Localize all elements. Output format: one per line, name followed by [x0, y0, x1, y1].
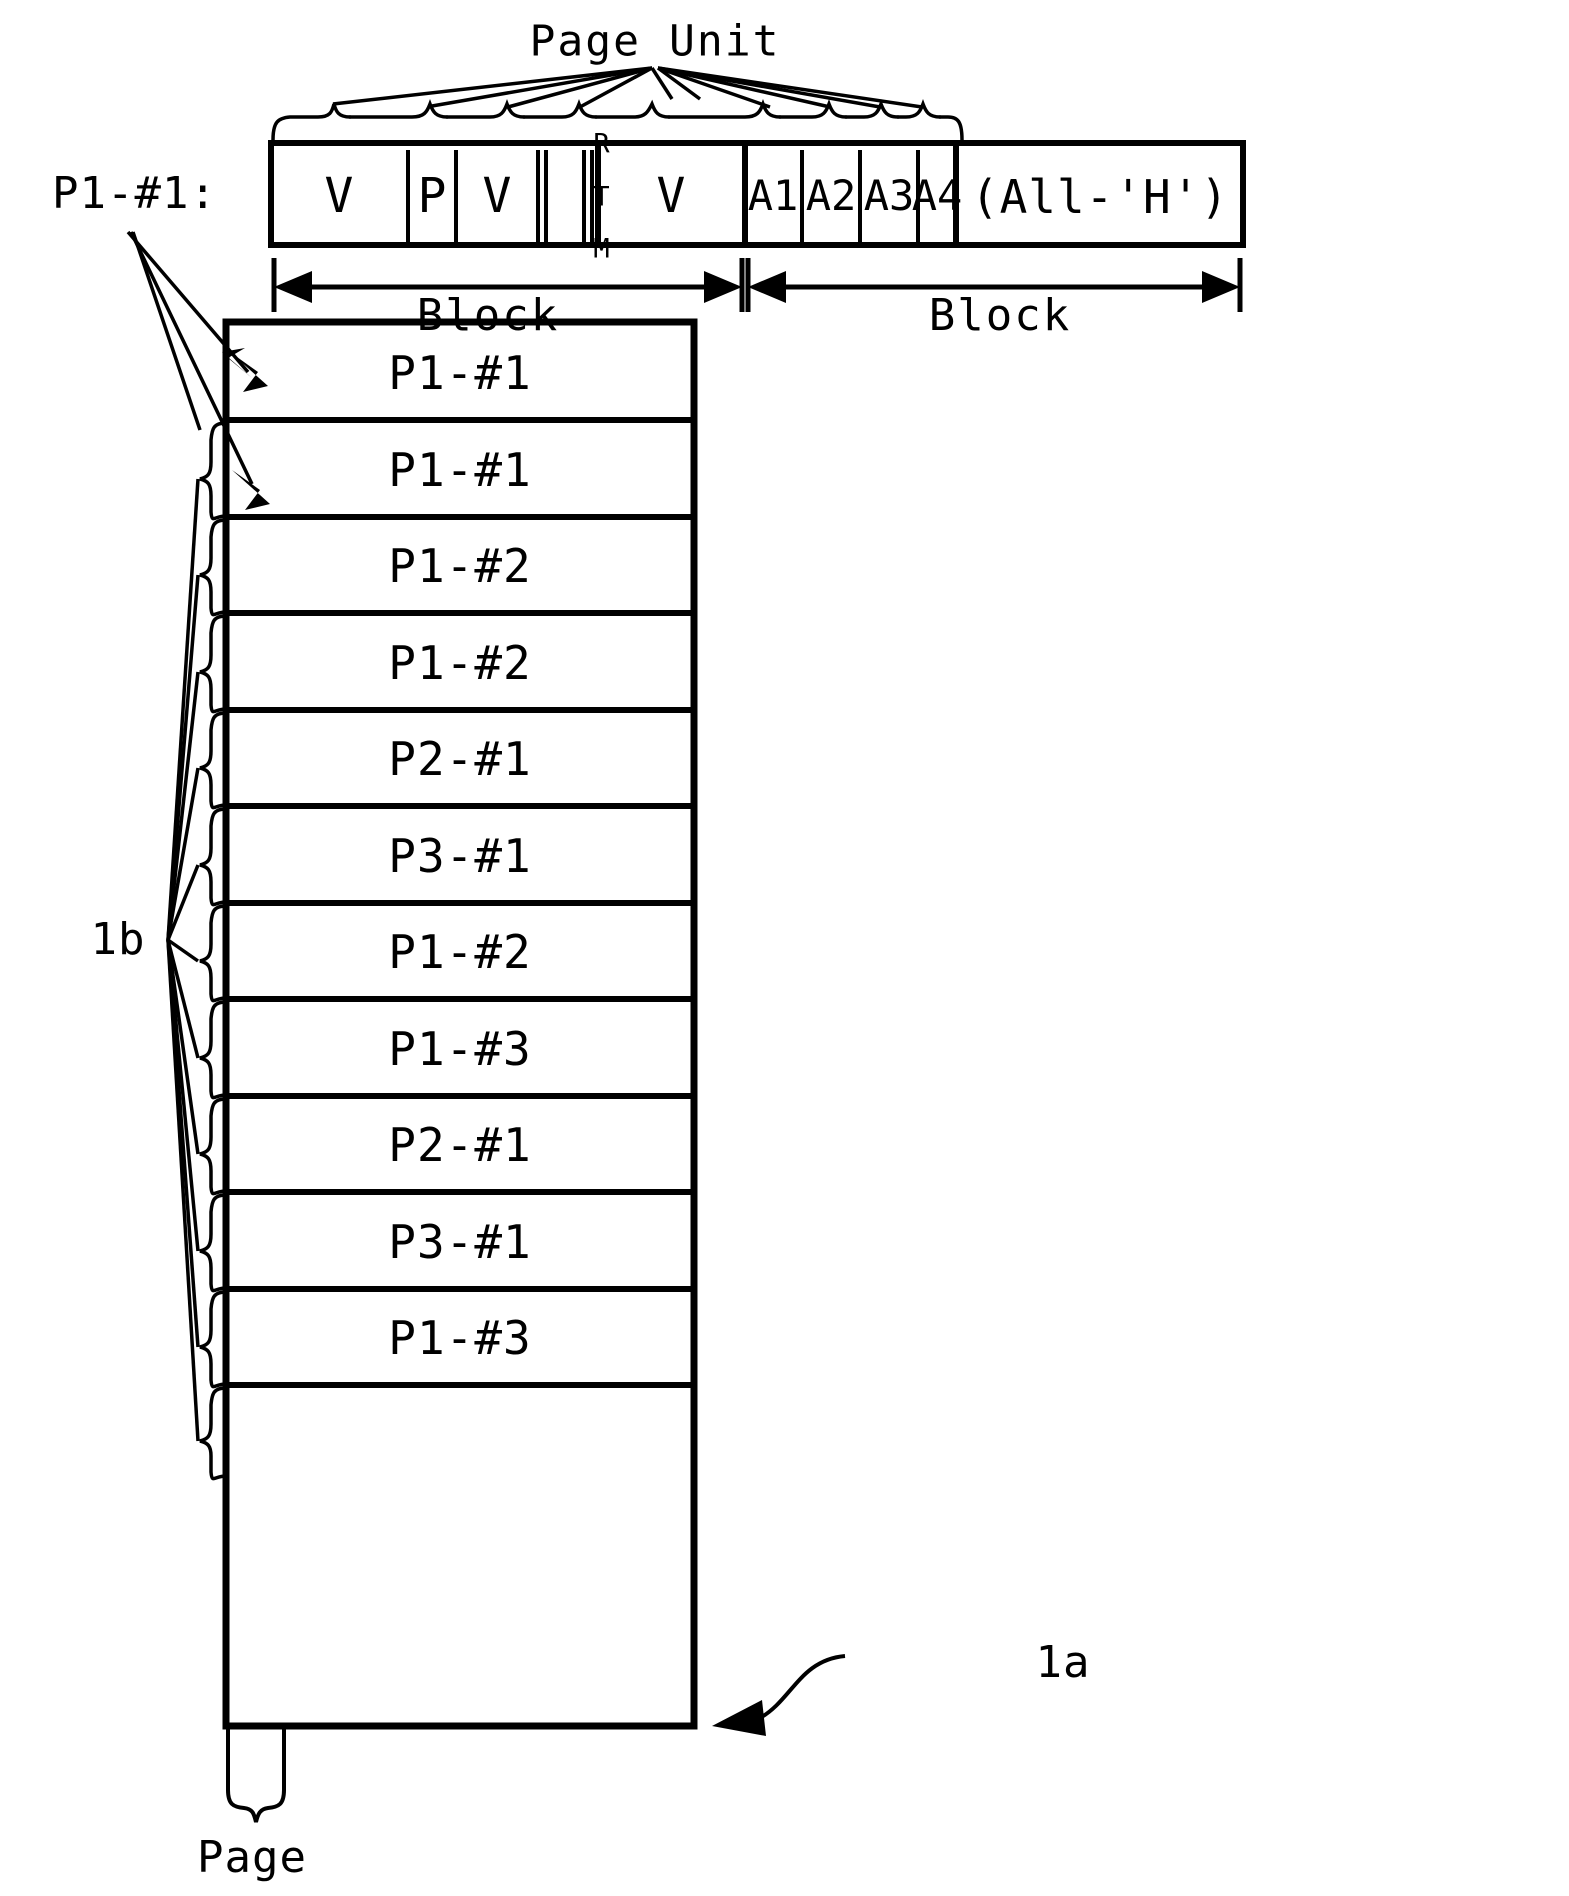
block-label-left: Block — [416, 290, 560, 341]
page-brace-label: Page — [197, 1832, 307, 1883]
row-group-braces — [199, 421, 228, 1481]
strip-cell-v1: V — [324, 168, 354, 224]
strip-cell-v2: V — [482, 168, 512, 224]
ref-label-1a: 1a — [1035, 1637, 1091, 1688]
page-unit-fan-lines — [332, 66, 923, 109]
strip-cell-a4: A4 — [911, 171, 963, 220]
rtm-line-m: M — [593, 233, 610, 265]
memory-row-4: P2-#1 — [388, 732, 532, 786]
ref-1a-arrowhead — [712, 1700, 766, 1736]
rtm-line-r: R — [593, 128, 610, 160]
page-unit-brace — [271, 99, 964, 142]
memory-row-3: P1-#2 — [388, 636, 532, 690]
memory-row-1: P1-#1 — [388, 443, 532, 497]
strip-cell-v3: V — [656, 168, 686, 224]
memory-row-5: P3-#1 — [388, 829, 532, 883]
strip-cell-a1: A1 — [747, 171, 799, 220]
p1-sharp1-callout-label: P1-#1: — [52, 168, 217, 219]
memory-row-9: P3-#1 — [388, 1215, 532, 1269]
figure-canvas: Page Unit P1-#1: V P V R T M V A1 A2 A3 … — [0, 0, 1569, 1896]
strip-cell-all-h: (All-'H') — [970, 170, 1230, 224]
memory-row-2: P1-#2 — [388, 539, 532, 593]
strip-cell-a3: A3 — [863, 171, 915, 220]
strip-cell-rtm: R T M — [528, 105, 609, 288]
memory-row-7: P1-#3 — [388, 1022, 532, 1076]
page-unit-title: Page Unit — [529, 16, 781, 67]
page-brace — [226, 1726, 286, 1823]
memory-row-8: P2-#1 — [388, 1118, 532, 1172]
ref-1a-leader — [759, 1654, 846, 1720]
block-label-right: Block — [928, 290, 1072, 341]
memory-row-6: P1-#2 — [388, 925, 532, 979]
ref-label-1b: 1b — [90, 914, 146, 965]
rtm-line-t: T — [593, 180, 610, 212]
strip-cell-a2: A2 — [805, 171, 857, 220]
strip-cell-p: P — [417, 168, 447, 224]
memory-row-10: P1-#3 — [388, 1311, 532, 1365]
memory-row-0: P1-#1 — [388, 346, 532, 400]
diagram-vector-layer — [126, 66, 1246, 1823]
ref-1b-leader-lines — [166, 478, 200, 1442]
